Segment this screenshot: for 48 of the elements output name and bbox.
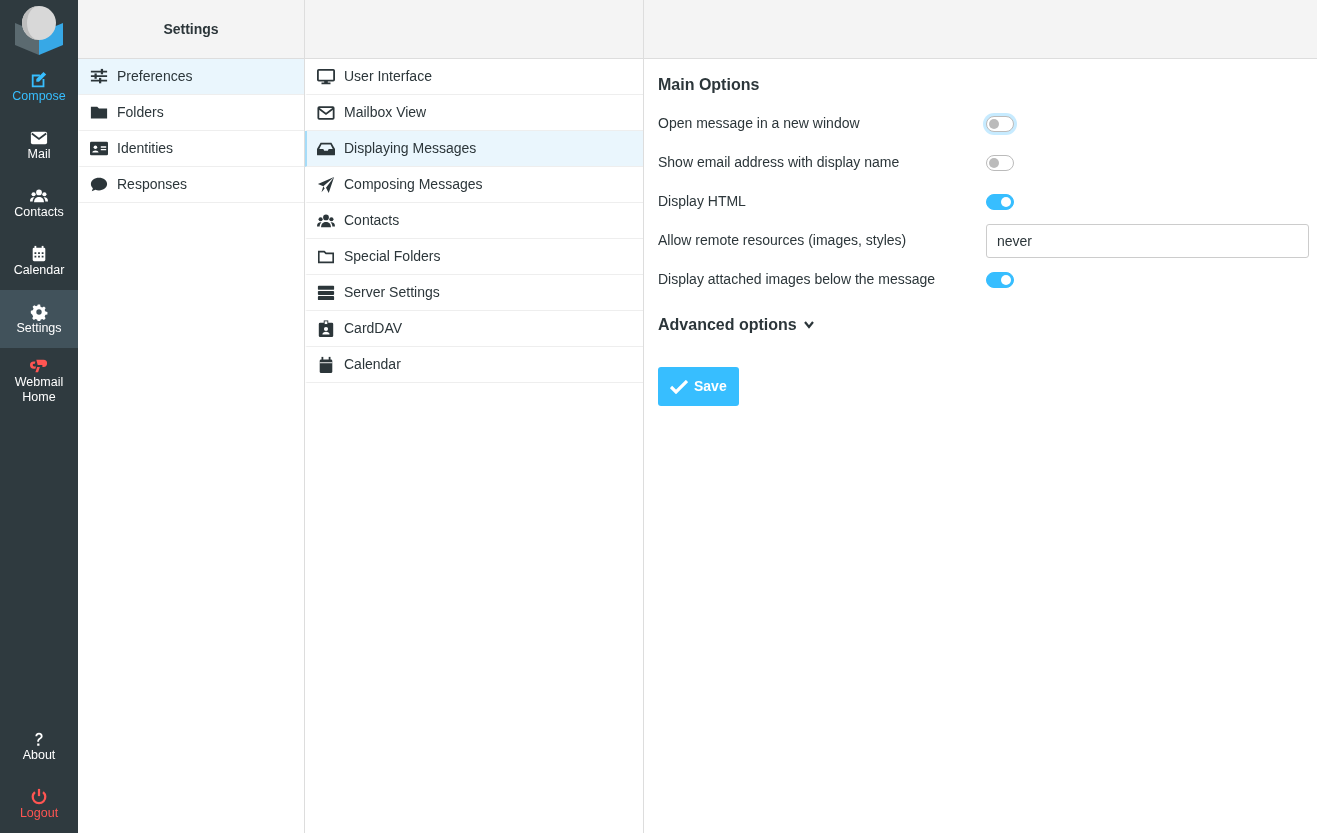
nav-item[interactable]: Logout (0, 775, 78, 833)
envelope-icon (316, 103, 336, 122)
option-label: Show email address with display name (658, 153, 901, 173)
edit-icon (30, 70, 48, 89)
list-item[interactable]: Displaying Messages (305, 131, 643, 167)
nav-item[interactable]: Contacts (0, 174, 78, 232)
option-label: Allow remote resources (images, styles) (658, 231, 908, 251)
calendar-icon (30, 244, 48, 263)
list-item[interactable]: Composing Messages (305, 167, 643, 203)
check-icon (670, 379, 688, 394)
list-item[interactable]: Calendar (305, 347, 643, 383)
badge-icon (316, 319, 336, 338)
gear-icon (30, 302, 48, 321)
toggle-switch[interactable] (986, 154, 1014, 171)
list-item[interactable]: Identities (78, 131, 304, 167)
id-card-icon (89, 139, 109, 158)
select-field[interactable]: never (986, 223, 1309, 258)
nav-item[interactable]: About (0, 717, 78, 775)
server-icon (316, 283, 336, 302)
nav-item[interactable]: Compose (0, 58, 78, 116)
list-item[interactable]: Folders (78, 95, 304, 131)
nav-item[interactable]: Webmail Home (0, 348, 78, 414)
toggle-switch[interactable] (986, 271, 1014, 288)
option-label: Open message in a new window (658, 114, 861, 134)
speech-bubble-icon (89, 175, 109, 194)
option-label: Display attached images below the message (658, 270, 937, 290)
chevron-icon (802, 320, 815, 331)
list-item[interactable]: Server Settings (305, 275, 643, 311)
section-heading: Main Options (658, 75, 761, 95)
sliders-icon (89, 67, 109, 86)
list-item[interactable]: Responses (78, 167, 304, 203)
list-item[interactable]: CardDAV (305, 311, 643, 347)
cp-logo-icon (30, 357, 48, 375)
monitor-icon (316, 67, 336, 86)
power-icon (30, 787, 48, 806)
app-logo-icon (13, 3, 65, 55)
list-item[interactable]: Contacts (305, 203, 643, 239)
advanced-options-toggle[interactable]: Advanced options (658, 313, 815, 338)
list-item[interactable]: Special Folders (305, 239, 643, 275)
pane-title: Settings (163, 19, 219, 39)
option-label: Display HTML (658, 192, 747, 212)
nav-item[interactable]: Calendar (0, 232, 78, 290)
list-item[interactable]: Preferences (78, 59, 304, 95)
paper-plane-icon (316, 175, 336, 194)
toggle-switch[interactable] (986, 193, 1014, 210)
nav-item[interactable]: Settings (0, 290, 78, 348)
list-item[interactable]: User Interface (305, 59, 643, 95)
nav-item[interactable]: Mail (0, 116, 78, 174)
